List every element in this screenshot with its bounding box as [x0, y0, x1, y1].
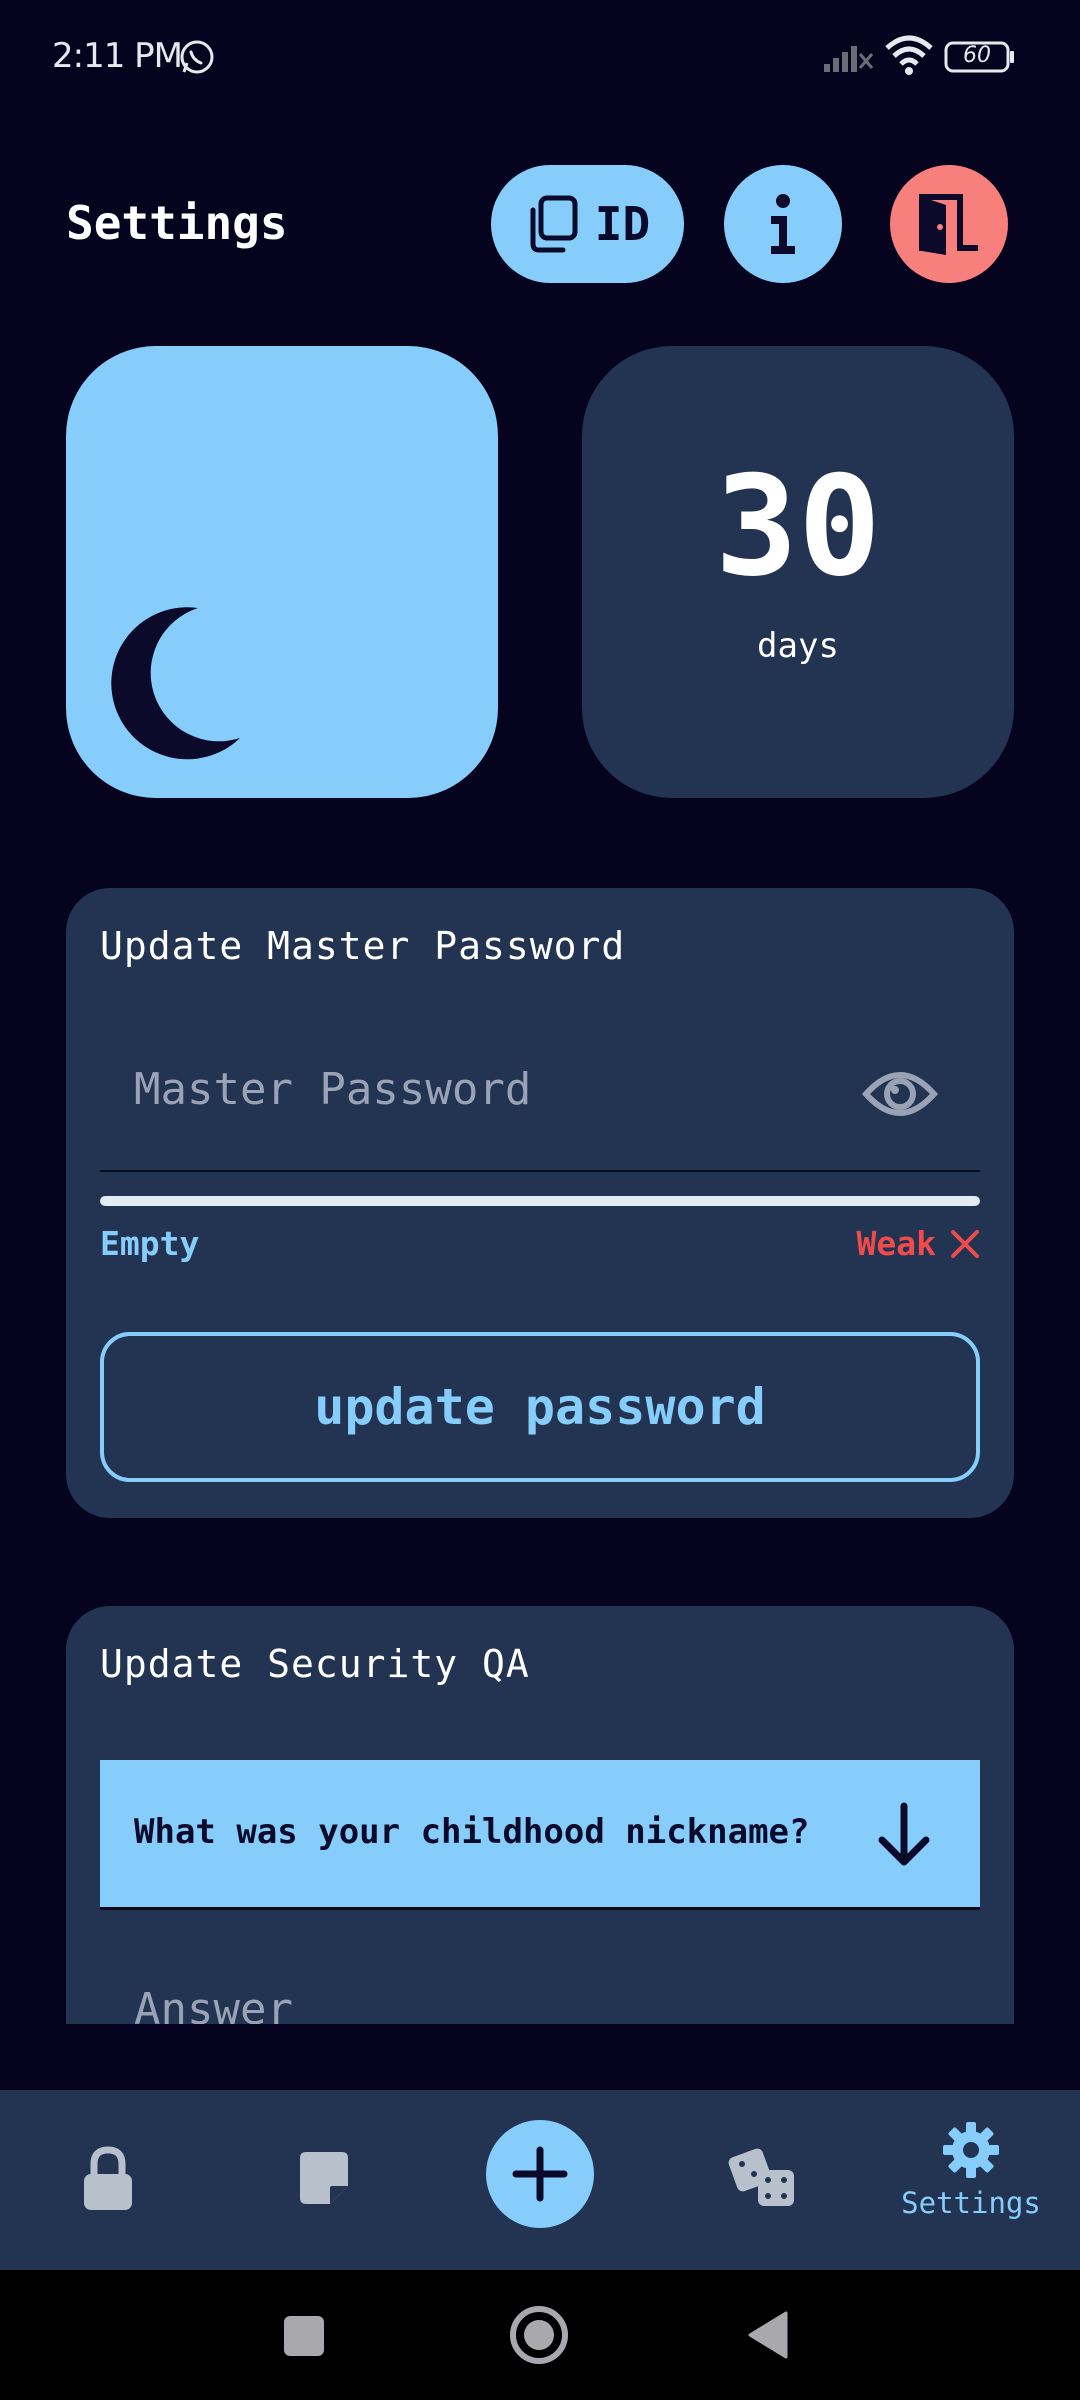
note-icon[interactable]: [296, 2148, 352, 2208]
nav-settings[interactable]: Settings: [896, 2120, 1046, 2220]
lock-icon[interactable]: [78, 2144, 138, 2214]
selected-question: What was your childhood nickname?: [134, 1812, 810, 1852]
copy-id-button[interactable]: ID: [491, 165, 684, 283]
nav-settings-label: Settings: [901, 2186, 1041, 2220]
recents-button[interactable]: [284, 2316, 324, 2356]
arrow-down-icon: [878, 1802, 930, 1866]
update-master-password-card: Update Master Password Master Password E…: [66, 888, 1014, 1518]
id-button-label: ID: [594, 197, 651, 251]
days-number: 30: [714, 446, 882, 607]
update-password-button[interactable]: update password: [100, 1332, 980, 1482]
logout-button[interactable]: [890, 165, 1008, 283]
signal-off-icon: [824, 46, 874, 72]
eye-icon[interactable]: [862, 1062, 938, 1126]
status-bar: 2:11 PM 60: [0, 0, 1080, 110]
gear-icon: [943, 2122, 999, 2178]
plus-icon: [512, 2146, 568, 2202]
security-question-select[interactable]: What was your childhood nickname?: [100, 1760, 980, 1910]
moon-icon: [111, 607, 240, 760]
update-security-qa-card: Update Security QA What was your childho…: [66, 1606, 1014, 2024]
info-icon: [771, 194, 795, 254]
system-navigation-bar: [0, 2270, 1080, 2400]
close-icon: [951, 1229, 979, 1258]
dice-icon[interactable]: [728, 2146, 798, 2212]
wifi-icon: [885, 35, 933, 75]
copy-icon: [530, 195, 578, 253]
app-root: 2:11 PM 60 Settings ID 30 days Update Ma…: [0, 0, 1080, 2400]
bottom-navigation: Settings: [0, 2090, 1080, 2270]
whatsapp-icon: [180, 40, 214, 74]
master-password-placeholder: Master Password: [134, 1064, 532, 1115]
logout-door-icon: [919, 194, 978, 255]
add-button[interactable]: [486, 2120, 594, 2228]
status-time: 2:11 PM: [52, 36, 183, 76]
battery-level: 60: [963, 43, 991, 68]
master-password-field[interactable]: Master Password: [100, 1024, 980, 1172]
card-title: Update Security QA: [100, 1642, 530, 1686]
card-title: Update Master Password: [100, 924, 626, 968]
answer-field[interactable]: Answer: [134, 1984, 293, 2024]
strength-status-label: Empty: [100, 1224, 200, 1263]
strength-rating-label: Weak: [856, 1224, 936, 1263]
auto-lock-days-card[interactable]: 30 days: [582, 346, 1014, 798]
page-title: Settings: [66, 196, 288, 250]
days-label: days: [757, 626, 839, 666]
strength-rating: Weak: [857, 1224, 980, 1263]
info-button[interactable]: [724, 165, 842, 283]
back-button[interactable]: [746, 2310, 790, 2360]
password-strength-bar: [100, 1196, 980, 1206]
home-button[interactable]: [508, 2304, 570, 2366]
theme-toggle-card[interactable]: [66, 346, 498, 798]
